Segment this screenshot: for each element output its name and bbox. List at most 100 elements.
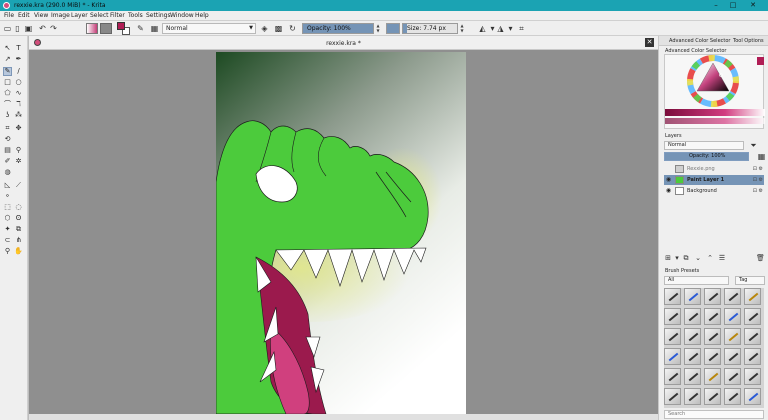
close-document-icon[interactable]: ✕: [645, 38, 654, 47]
select-shapes-icon[interactable]: ↖: [3, 44, 12, 53]
assistant-tool-icon[interactable]: ◺: [3, 181, 12, 190]
delete-layer-icon[interactable]: 🗑: [756, 254, 765, 263]
zoom-tool-icon[interactable]: ⚲: [3, 247, 12, 256]
layer-row-background[interactable]: ◉ Background ⊡ ⚙: [664, 186, 764, 196]
brush-preset-item[interactable]: [684, 368, 701, 385]
brush-preset-item[interactable]: [744, 368, 761, 385]
gradient-selector[interactable]: [86, 23, 98, 34]
brush-preset-item[interactable]: [724, 328, 741, 345]
color-picker-icon[interactable]: ⚲: [14, 146, 23, 155]
crop-tool-icon[interactable]: ⌗: [3, 124, 12, 133]
layer-thumbnail-toggle-icon[interactable]: ▦: [757, 152, 766, 161]
close-button[interactable]: ✕: [747, 1, 759, 10]
brush-preset-item[interactable]: [664, 288, 681, 305]
menu-help[interactable]: Help: [195, 12, 209, 20]
undo-icon[interactable]: ↶: [38, 24, 47, 33]
brush-preset-item[interactable]: [744, 348, 761, 365]
menu-settings[interactable]: Settings: [146, 12, 171, 20]
multibrush-icon[interactable]: ⁂: [14, 111, 23, 120]
freehand-brush-icon[interactable]: ✎: [3, 67, 12, 76]
layer-blend-mode-select[interactable]: Normal: [664, 141, 744, 150]
opacity-slider[interactable]: Opacity: 100%: [302, 23, 374, 34]
layer-row-rexxie-png[interactable]: Rexxie.png ⊡ ⚙: [664, 164, 764, 174]
polyline-tool-icon[interactable]: ∿: [14, 89, 23, 98]
brush-preset-item[interactable]: [744, 288, 761, 305]
smart-patch-icon[interactable]: ✲: [14, 157, 23, 166]
brush-preset-grid[interactable]: [664, 288, 764, 408]
redo-icon[interactable]: ↷: [49, 24, 58, 33]
dynamic-brush-icon[interactable]: ʖ: [3, 111, 12, 120]
minimize-button[interactable]: –: [710, 1, 722, 10]
polygon-tool-icon[interactable]: ⬠: [3, 89, 12, 98]
layer-options-icons[interactable]: ⊡ ⚙: [753, 164, 763, 174]
brush-preset-item[interactable]: [744, 308, 761, 325]
document-tab[interactable]: rexxie.kra * ✕: [29, 36, 658, 50]
add-layer-options-icon[interactable]: ▾: [673, 254, 681, 263]
move-layer-up-icon[interactable]: ⌃: [706, 254, 714, 263]
polygon-select-icon[interactable]: ⬡: [3, 214, 12, 223]
menu-window[interactable]: Window: [170, 12, 194, 20]
brush-preset-item[interactable]: [744, 328, 761, 345]
gradient-tool-icon[interactable]: ▤: [3, 146, 12, 155]
mirror-horizontal-icon[interactable]: ◭: [478, 24, 487, 33]
visibility-eye-icon[interactable]: ◉: [665, 175, 672, 185]
brush-settings-icon[interactable]: ▦: [150, 24, 159, 33]
brush-preset-item[interactable]: [724, 308, 741, 325]
tab-advanced-color-selector[interactable]: Advanced Color Selector: [669, 38, 730, 44]
brush-preset-item[interactable]: [664, 348, 681, 365]
color-swatch-preview[interactable]: [386, 23, 400, 34]
brush-preset-item[interactable]: [744, 388, 761, 405]
alpha-lock-icon[interactable]: ▩: [274, 24, 283, 33]
fill-tool-icon[interactable]: ◍: [3, 168, 12, 177]
artwork-canvas[interactable]: [216, 52, 466, 414]
preset-tag-select[interactable]: Tag: [735, 276, 765, 285]
color-shade-bar-2[interactable]: [665, 118, 765, 124]
move-layer-down-icon[interactable]: ⌄: [694, 254, 702, 263]
mirror-vertical-icon[interactable]: ◮: [496, 24, 505, 33]
brush-preset-item[interactable]: [684, 348, 701, 365]
layer-options-icons[interactable]: ⊡ ⚙: [753, 186, 763, 196]
advanced-color-selector[interactable]: [664, 54, 765, 129]
brush-preset-item[interactable]: [664, 308, 681, 325]
colorize-mask-icon[interactable]: ✐: [3, 157, 12, 166]
open-document-icon[interactable]: ▯: [13, 24, 22, 33]
menu-file[interactable]: File: [4, 12, 14, 20]
preset-search-input[interactable]: Search: [664, 410, 764, 419]
reload-preset-icon[interactable]: ↻: [288, 24, 297, 33]
brush-preset-item[interactable]: [664, 388, 681, 405]
preset-filter-select[interactable]: All: [664, 276, 729, 285]
canvas-area[interactable]: rexxie.kra * ✕: [29, 36, 658, 420]
mirror-vertical-options-icon[interactable]: ▾: [506, 24, 515, 33]
brush-preset-item[interactable]: [704, 288, 721, 305]
brush-preset-item[interactable]: [704, 368, 721, 385]
brush-preset-item[interactable]: [724, 288, 741, 305]
magnetic-select-icon[interactable]: ⋔: [14, 236, 23, 245]
brush-preset-item[interactable]: [684, 308, 701, 325]
bezier-tool-icon[interactable]: ⌒: [3, 100, 12, 109]
line-tool-icon[interactable]: /: [14, 67, 23, 76]
pan-tool-icon[interactable]: ✋: [14, 247, 23, 256]
layer-properties-icon[interactable]: ☰: [718, 254, 726, 263]
reference-images-icon[interactable]: ⚬: [3, 192, 12, 201]
save-icon[interactable]: ▣: [24, 24, 33, 33]
ellipse-tool-icon[interactable]: ○: [14, 78, 23, 87]
brush-preset-item[interactable]: [704, 348, 721, 365]
brush-preset-item[interactable]: [664, 328, 681, 345]
opacity-spinner[interactable]: ▲ ▼: [375, 23, 381, 34]
add-layer-icon[interactable]: ⊞: [664, 254, 672, 263]
calligraphy-icon[interactable]: ✒: [14, 55, 23, 64]
foreground-color-swatch[interactable]: [117, 22, 125, 30]
edit-shapes-icon[interactable]: ↗: [3, 55, 12, 64]
saturation-value-triangle[interactable]: [696, 62, 730, 92]
brush-preset-item[interactable]: [724, 348, 741, 365]
size-spinner[interactable]: ▲ ▼: [459, 23, 465, 34]
menu-tools[interactable]: Tools: [128, 12, 143, 20]
rectangle-tool-icon[interactable]: □: [3, 78, 12, 87]
measure-tool-icon[interactable]: ⟋: [14, 181, 23, 190]
brush-preset-item[interactable]: [684, 328, 701, 345]
duplicate-layer-icon[interactable]: ⧉: [682, 254, 690, 263]
layer-row-paint-layer-1[interactable]: ◉ Paint Layer 1 ⊡ ⚙: [664, 175, 764, 185]
color-shade-bar[interactable]: [665, 109, 765, 116]
menu-filter[interactable]: Filter: [110, 12, 125, 20]
freehand-path-icon[interactable]: ℸ: [14, 100, 23, 109]
